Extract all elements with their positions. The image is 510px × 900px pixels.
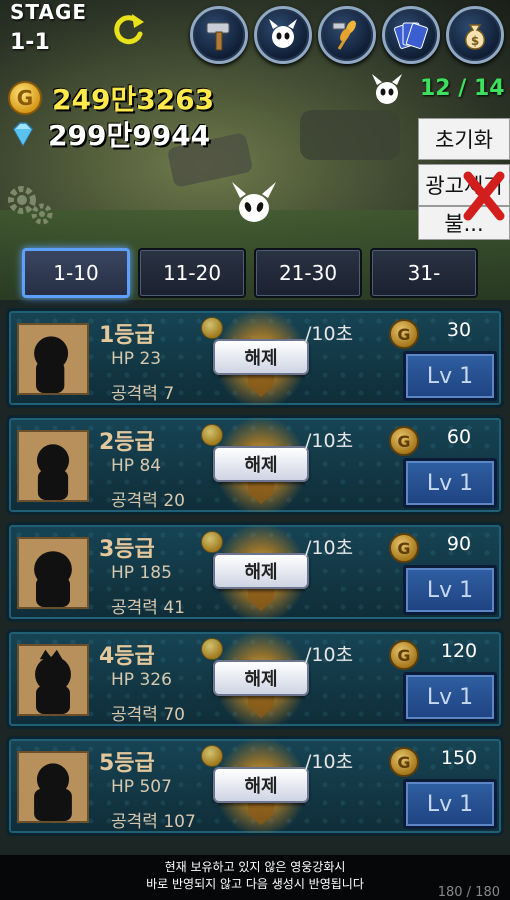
stage-number: 1-1 xyxy=(10,30,50,55)
production-time: /10초 xyxy=(305,751,354,773)
hammer-icon xyxy=(206,22,230,51)
hammer-button[interactable] xyxy=(190,6,248,64)
unit-attack: 공격력 20 xyxy=(111,491,185,511)
upgrade-coin-icon: G xyxy=(389,640,419,670)
unit-portrait xyxy=(17,751,89,823)
demon-face-icon xyxy=(372,74,402,104)
unit-list: 1등급 HP 23 공격력 7 해제 /10초 G 30 Lv 1 2등급 HP… xyxy=(6,308,504,843)
svg-text:$: $ xyxy=(471,34,479,48)
production-time: /10초 xyxy=(305,323,354,345)
level-up-button[interactable]: Lv 1 xyxy=(403,565,497,615)
upgrade-coin-icon: G xyxy=(389,426,419,456)
tab-31-plus[interactable]: 31- xyxy=(370,248,478,298)
release-button[interactable]: 해제 xyxy=(213,660,309,696)
reset-label: 초기화 xyxy=(435,128,493,152)
unit-grade: 5등급 xyxy=(99,751,155,776)
harvest-button[interactable] xyxy=(318,6,376,64)
unit-card: 2등급 HP 84 공격력 20 해제 /10초 G 60 Lv 1 xyxy=(6,415,504,515)
kill-counter: 12 / 14 xyxy=(420,76,505,101)
top-menu: $ xyxy=(190,6,504,64)
release-button[interactable]: 해제 xyxy=(213,553,309,589)
unit-card: 3등급 HP 185 공격력 41 해제 /10초 G 90 Lv 1 xyxy=(6,522,504,622)
unit-attack: 공격력 70 xyxy=(111,705,185,725)
reset-button[interactable]: 초기화 xyxy=(418,118,510,160)
close-icon[interactable] xyxy=(460,168,508,224)
unit-attack: 공격력 41 xyxy=(111,598,185,618)
tab-1-10[interactable]: 1-10 xyxy=(22,248,130,298)
unit-card: 1등급 HP 23 공격력 7 해제 /10초 G 30 Lv 1 xyxy=(6,308,504,408)
notice-line-1: 현재 보유하고 있지 않은 영웅강화시 xyxy=(164,860,346,874)
grade-tabs: 1-10 11-20 21-30 31- xyxy=(22,248,478,298)
production-time: /10초 xyxy=(305,537,354,559)
level-up-button[interactable]: Lv 1 xyxy=(403,672,497,722)
demon-face-icon xyxy=(269,19,297,48)
unit-portrait xyxy=(17,537,89,609)
gold-amount: 249만3263 xyxy=(52,83,215,116)
gem-row: 299만9944 xyxy=(8,114,210,154)
unit-portrait xyxy=(17,644,89,716)
notice-bar: 현재 보유하고 있지 않은 영웅강화시 바로 반영되지 않고 다음 생성시 반영… xyxy=(0,855,510,900)
gem-amount: 299만9944 xyxy=(48,119,211,152)
upgrade-cost: 30 xyxy=(446,319,472,341)
wheat-icon xyxy=(332,20,357,50)
capacity-counter: 180 / 180 xyxy=(437,885,500,900)
unit-attack: 공격력 107 xyxy=(111,812,196,832)
release-button[interactable]: 해제 xyxy=(213,767,309,803)
unit-card: 5등급 HP 507 공격력 107 해제 /10초 G 150 Lv 1 xyxy=(6,736,504,836)
unit-portrait xyxy=(17,430,89,502)
cards-icon xyxy=(394,22,428,49)
upgrade-cost: 90 xyxy=(446,533,472,555)
unit-grade: 3등급 xyxy=(99,537,155,562)
demon-face-icon xyxy=(232,182,276,222)
production-time: /10초 xyxy=(305,644,354,666)
release-button[interactable]: 해제 xyxy=(213,339,309,375)
unit-hp: HP 326 xyxy=(111,670,172,690)
rock-decoration xyxy=(300,110,400,160)
unit-hp: HP 507 xyxy=(111,777,172,797)
gold-row: G 249만3263 xyxy=(8,78,214,118)
release-button[interactable]: 해제 xyxy=(213,446,309,482)
tab-11-20[interactable]: 11-20 xyxy=(138,248,246,298)
upgrade-coin-icon: G xyxy=(389,533,419,563)
unit-grade: 4등급 xyxy=(99,644,155,669)
money-bag-icon: $ xyxy=(465,24,485,50)
unit-hp: HP 185 xyxy=(111,563,172,583)
unit-hp: HP 23 xyxy=(111,349,162,369)
unit-attack: 공격력 7 xyxy=(111,384,175,404)
level-up-button[interactable]: Lv 1 xyxy=(403,458,497,508)
upgrade-cost: 120 xyxy=(440,640,478,662)
unit-grade: 1등급 xyxy=(99,323,155,348)
unit-hp: HP 84 xyxy=(111,456,162,476)
upgrade-coin-icon: G xyxy=(389,319,419,349)
unit-card: 4등급 HP 326 공격력 70 해제 /10초 G 120 Lv 1 xyxy=(6,629,504,729)
level-up-button[interactable]: Lv 1 xyxy=(403,351,497,401)
unit-portrait xyxy=(17,323,89,395)
level-up-button[interactable]: Lv 1 xyxy=(403,779,497,829)
shop-button[interactable]: $ xyxy=(446,6,504,64)
upgrade-cost: 150 xyxy=(440,747,478,769)
settings-gear-icon[interactable] xyxy=(6,184,56,228)
notice-line-2: 바로 반영되지 않고 다음 생성시 반영됩니다 xyxy=(146,877,364,891)
upgrade-cost: 60 xyxy=(446,426,472,448)
stage-label: STAGE xyxy=(10,0,88,24)
gold-coin-icon: G xyxy=(8,81,42,115)
diamond-icon xyxy=(13,122,33,147)
refresh-icon[interactable] xyxy=(108,10,148,50)
demon-button[interactable] xyxy=(254,6,312,64)
unit-grade: 2등급 xyxy=(99,430,155,455)
production-time: /10초 xyxy=(305,430,354,452)
cards-button[interactable] xyxy=(382,6,440,64)
upgrade-coin-icon: G xyxy=(389,747,419,777)
tab-21-30[interactable]: 21-30 xyxy=(254,248,362,298)
